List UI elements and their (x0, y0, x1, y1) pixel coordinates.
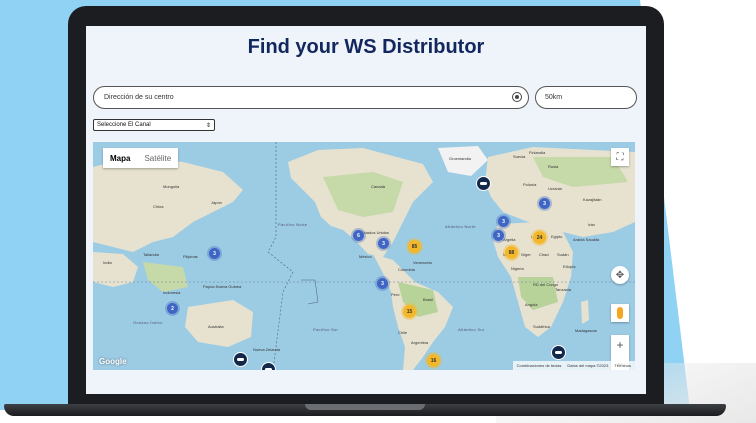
channel-select-value: Seleccione El Canal (97, 122, 151, 128)
map-cluster-marker[interactable]: 6 (353, 230, 364, 241)
place-label-chile: Chile (398, 330, 408, 335)
laptop-screen: Find your WS Distributor Dirección de su… (86, 26, 646, 394)
distributor-pin-icon[interactable] (551, 345, 566, 360)
place-label-argentina: Argentina (411, 340, 429, 345)
place-label-papua: Papúa Nueva Guinea (203, 284, 242, 289)
place-label-etiopia: Etiopía (563, 264, 576, 269)
place-label-suecia: Suecia (513, 154, 526, 159)
place-label-canada: Canadá (371, 184, 386, 189)
place-label-finlandia: Finlandia (529, 150, 546, 155)
place-label-usa: Estados Unidos (361, 230, 390, 235)
border-line (301, 279, 319, 305)
page-title: Find your WS Distributor (247, 36, 485, 58)
ocean-label-atlantic-south: Atlántico Sur (458, 327, 485, 332)
zoom-in-button[interactable]: + (611, 335, 629, 354)
place-label-polonia: Polonia (523, 182, 537, 187)
map-cluster-marker[interactable]: 3 (209, 248, 220, 259)
place-label-filipinas: Filipinas (183, 254, 198, 259)
radius-input-value: 50km (545, 94, 563, 101)
place-label-madagascar: Madagascar (575, 328, 598, 333)
place-label-russia: Rusia (548, 164, 559, 169)
place-label-angola: Angola (525, 302, 538, 307)
compass-icon[interactable]: ✥ (611, 266, 629, 284)
place-label-tanzania: Tanzania (555, 287, 572, 292)
map-type-toggle: Mapa Satélite (103, 148, 179, 168)
place-label-australia: Australia (208, 324, 224, 329)
address-input[interactable]: Dirección de su centro (93, 86, 529, 109)
greenland-land (438, 146, 488, 176)
ocean-label-atlantic-north: Atlántico Norte (445, 224, 476, 229)
channel-select[interactable]: Seleccione El Canal ⇕ (93, 119, 215, 131)
place-label-ucrania: Ucrania (548, 186, 562, 191)
place-label-greenland: Groenlandia (449, 156, 471, 161)
google-logo: Google (99, 357, 127, 366)
distributor-pin-icon[interactable] (476, 176, 491, 191)
map-cluster-marker[interactable]: 3 (539, 198, 550, 209)
place-label-arabia: Arabia Saudita (573, 237, 600, 242)
south-asia-land (93, 252, 138, 287)
southeast-asia-forest (143, 262, 188, 292)
map-cluster-marker[interactable]: 88 (505, 246, 518, 259)
select-arrows-icon: ⇕ (205, 122, 211, 129)
pegman-icon[interactable] (611, 304, 629, 322)
laptop-notch (305, 404, 425, 410)
attribution-data-label: Datos del mapa ©2023 (567, 363, 609, 368)
place-label-nigeria: Nigeria (511, 266, 524, 271)
place-label-mongolia: Mongolia (163, 184, 180, 189)
place-label-nueva-zelanda: Nueva Zelanda (253, 347, 281, 352)
map-type-map-button[interactable]: Mapa (103, 154, 137, 163)
map-cluster-marker[interactable]: 85 (408, 240, 421, 253)
place-label-india: India (103, 260, 112, 265)
place-label-venezuela: Venezuela (413, 260, 432, 265)
map-cluster-marker[interactable]: 15 (403, 305, 416, 318)
place-label-peru: Perú (391, 292, 400, 297)
map-cluster-marker[interactable]: 3 (377, 278, 388, 289)
map-cluster-marker[interactable]: 16 (427, 354, 440, 367)
map-cluster-marker[interactable]: 24 (533, 231, 546, 244)
attribution-shortcuts-link[interactable]: Combinaciones de teclas (517, 363, 562, 368)
madagascar-land (581, 300, 589, 324)
dateline (267, 142, 294, 370)
place-label-kazajistan: Kazajistán (583, 197, 602, 202)
crosshair-icon[interactable] (512, 92, 522, 102)
map-attribution: Combinaciones de teclas Datos del mapa ©… (512, 361, 635, 370)
radius-input[interactable]: 50km (535, 86, 637, 109)
address-input-value: Dirección de su centro (104, 94, 174, 101)
place-label-sudafrica: Sudáfrica (533, 324, 550, 329)
place-label-japan: Japón (211, 200, 222, 205)
attribution-terms-link[interactable]: Términos (614, 363, 631, 368)
fullscreen-icon[interactable]: ⛶ (611, 148, 629, 166)
place-label-iran: Irán (588, 222, 595, 227)
distributor-pin-icon[interactable] (233, 352, 248, 367)
place-label-chad: Chad (539, 252, 549, 257)
place-label-tailandia: Tailandia (143, 252, 159, 257)
place-label-egipto: Egipto (551, 234, 563, 239)
map-cluster-marker[interactable]: 3 (378, 238, 389, 249)
place-label-china: China (153, 204, 164, 209)
distributor-pin-icon[interactable] (261, 362, 276, 370)
place-label-indonesia: Indonesia (163, 290, 181, 295)
place-label-niger: Níger (521, 252, 531, 257)
map-canvas[interactable]: Pacífico Norte Atlántico Norte Pacífico … (93, 142, 635, 370)
ocean-label-indian: Océano Índico (133, 320, 163, 325)
place-label-argelia: Argelia (503, 237, 516, 242)
map-cluster-marker[interactable]: 2 (167, 303, 178, 314)
ocean-label-pacific-north: Pacífico Norte (278, 222, 308, 227)
ocean-label-pacific-south: Pacífico Sur (313, 327, 339, 332)
map-cluster-marker[interactable]: 3 (493, 230, 504, 241)
place-label-brasil: Brasil (423, 297, 434, 302)
map-cluster-marker[interactable]: 3 (498, 216, 509, 227)
place-label-mexico: México (359, 254, 372, 259)
place-label-colombia: Colombia (398, 267, 415, 272)
map-type-satellite-button[interactable]: Satélite (137, 154, 178, 163)
place-label-sudan: Sudán (557, 252, 569, 257)
